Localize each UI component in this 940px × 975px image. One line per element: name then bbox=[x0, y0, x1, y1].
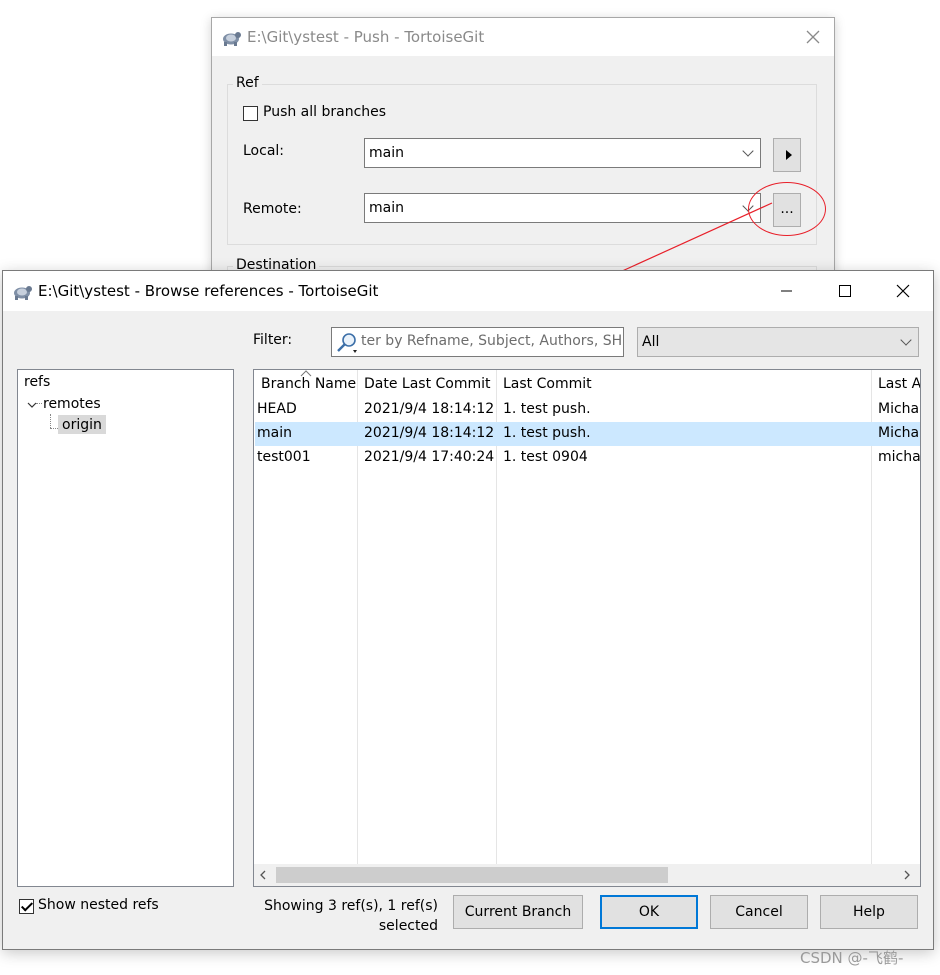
cell-branch-name: test001 bbox=[257, 449, 311, 465]
cell-branch-name: main bbox=[257, 425, 292, 441]
push-all-checkbox[interactable] bbox=[243, 106, 258, 121]
tree-item-remotes[interactable]: remotes bbox=[43, 396, 101, 412]
local-label: Local: bbox=[243, 143, 285, 159]
push-all-label: Push all branches bbox=[263, 104, 387, 120]
scrollbar-thumb[interactable] bbox=[276, 867, 668, 883]
close-icon[interactable] bbox=[880, 271, 926, 311]
browse-titlebar[interactable]: E:\Git\ystest - Browse references - Tort… bbox=[3, 271, 933, 311]
column-header-branch-name[interactable]: Branch Name bbox=[261, 376, 356, 392]
tree-connector bbox=[36, 403, 42, 404]
table-row[interactable]: test001 2021/9/4 17:40:24 1. test 0904 m… bbox=[255, 446, 921, 470]
cell-commit: 1. test push. bbox=[503, 401, 591, 417]
show-nested-refs-label: Show nested refs bbox=[38, 897, 159, 913]
scroll-right-icon[interactable] bbox=[902, 870, 912, 880]
filter-label: Filter: bbox=[253, 332, 293, 348]
status-line-2: selected bbox=[378, 918, 438, 934]
filter-placeholder: ter by Refname, Subject, Authors, SH bbox=[361, 333, 623, 349]
chevron-down-icon bbox=[742, 145, 754, 157]
current-branch-button[interactable]: Current Branch bbox=[453, 895, 583, 929]
cancel-button[interactable]: Cancel bbox=[710, 895, 808, 929]
cell-date: 2021/9/4 17:40:24 bbox=[364, 449, 495, 465]
tortoisegit-icon bbox=[223, 32, 241, 46]
show-nested-refs-checkbox[interactable] bbox=[19, 899, 34, 914]
local-value: main bbox=[369, 145, 404, 161]
local-combo[interactable]: main bbox=[364, 138, 761, 168]
browse-title: E:\Git\ystest - Browse references - Tort… bbox=[38, 282, 379, 300]
cell-branch-name: HEAD bbox=[257, 401, 297, 417]
minimize-icon[interactable] bbox=[763, 271, 809, 311]
play-icon bbox=[786, 150, 792, 160]
cell-commit: 1. test 0904 bbox=[503, 449, 588, 465]
cell-author: Micha bbox=[878, 425, 920, 441]
close-icon[interactable] bbox=[805, 29, 821, 45]
cell-commit: 1. test push. bbox=[503, 425, 591, 441]
help-button[interactable]: Help bbox=[820, 895, 918, 929]
chevron-down-icon[interactable] bbox=[26, 400, 38, 410]
remote-label: Remote: bbox=[243, 201, 302, 217]
table-row[interactable]: HEAD 2021/9/4 18:14:12 1. test push. Mic… bbox=[255, 398, 920, 422]
push-titlebar[interactable]: E:\Git\ystest - Push - TortoiseGit bbox=[212, 18, 834, 56]
refs-list[interactable]: Branch Name Date Last Commit Last Commit… bbox=[253, 369, 921, 887]
horizontal-scrollbar[interactable] bbox=[254, 864, 920, 886]
browse-references-dialog: E:\Git\ystest - Browse references - Tort… bbox=[2, 270, 934, 950]
status-line-1: Showing 3 ref(s), 1 ref(s) bbox=[264, 898, 438, 914]
tree-item-refs[interactable]: refs bbox=[24, 374, 50, 390]
local-arrow-button[interactable] bbox=[773, 138, 801, 172]
ref-group-label: Ref bbox=[233, 75, 262, 91]
csdn-watermark: CSDN @-飞鹤- bbox=[800, 949, 904, 967]
scroll-left-icon[interactable] bbox=[258, 870, 268, 880]
table-row-selected[interactable]: main 2021/9/4 18:14:12 1. test push. Mic… bbox=[255, 422, 920, 446]
refs-tree[interactable]: refs remotes origin bbox=[17, 369, 234, 887]
filter-scope-value: All bbox=[642, 334, 660, 350]
column-header-last-commit[interactable]: Last Commit bbox=[503, 376, 592, 392]
push-title: E:\Git\ystest - Push - TortoiseGit bbox=[247, 28, 485, 46]
tree-connector bbox=[50, 414, 51, 428]
column-header-last-author[interactable]: Last A bbox=[878, 376, 920, 392]
tortoisegit-icon bbox=[14, 286, 32, 300]
filter-scope-combo[interactable]: All bbox=[637, 327, 919, 357]
ok-button[interactable]: OK bbox=[600, 895, 698, 929]
maximize-icon[interactable] bbox=[821, 271, 867, 311]
cell-date: 2021/9/4 18:14:12 bbox=[364, 425, 495, 441]
chevron-down-icon bbox=[900, 334, 912, 346]
cell-author: micha bbox=[878, 449, 921, 465]
tree-connector bbox=[50, 428, 58, 429]
remote-value: main bbox=[369, 200, 404, 216]
tree-item-origin[interactable]: origin bbox=[58, 415, 106, 434]
search-icon[interactable] bbox=[334, 331, 360, 355]
column-header-date[interactable]: Date Last Commit bbox=[364, 376, 491, 392]
filter-input[interactable]: ter by Refname, Subject, Authors, SH bbox=[331, 327, 624, 357]
cell-author: Micha bbox=[878, 401, 920, 417]
status-text: Showing 3 ref(s), 1 ref(s) selected bbox=[263, 896, 438, 936]
cell-date: 2021/9/4 18:14:12 bbox=[364, 401, 495, 417]
